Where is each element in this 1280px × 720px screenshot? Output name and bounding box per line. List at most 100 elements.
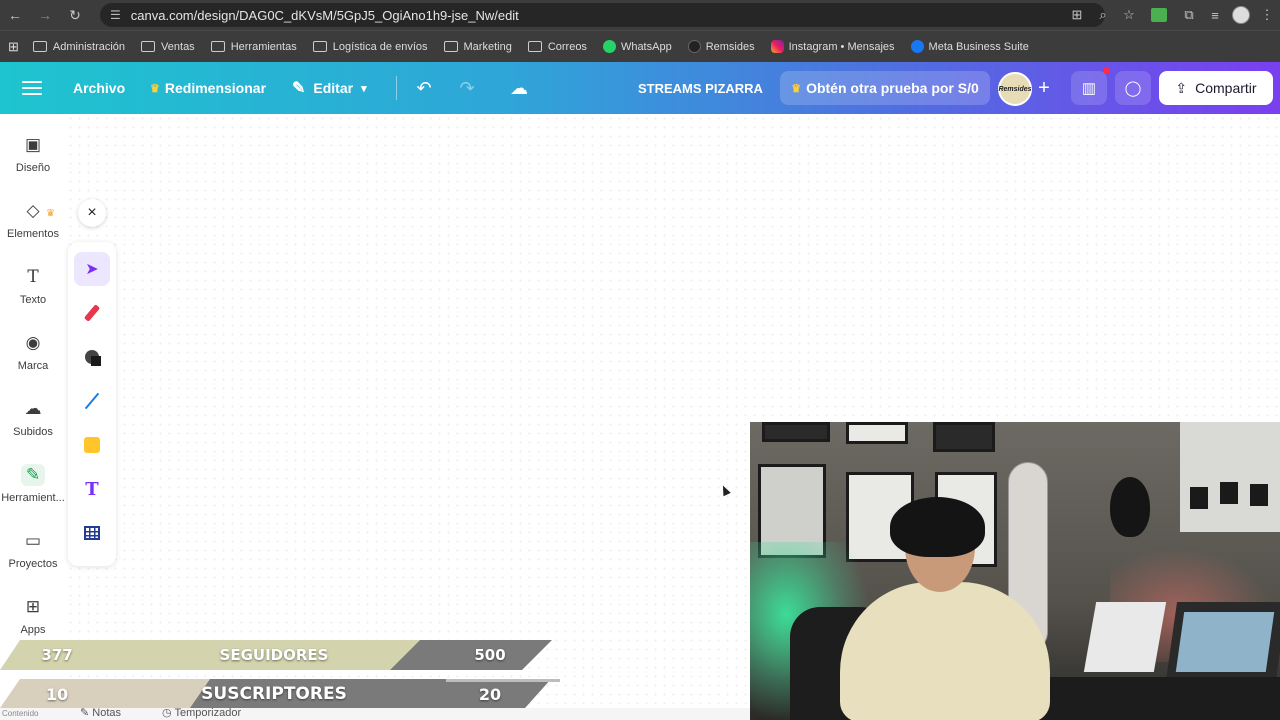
sidebar-item-design[interactable]: ▣ Diseño [0,114,66,174]
text-tool[interactable]: T [74,472,110,506]
share-label: Compartir [1195,80,1257,96]
bookmark-label: Correos [547,40,587,53]
share-button[interactable]: ⇪ Compartir [1159,71,1273,105]
forward-icon[interactable]: → [30,0,60,30]
pen-icon [83,304,101,322]
extensions-puzzle-icon[interactable]: ⧉ [1176,0,1202,30]
pen-tool[interactable] [74,296,110,330]
crown-icon: ♛ [150,82,160,95]
bookmark-remsides[interactable]: Remsides [687,40,755,53]
bookmark-label: Meta Business Suite [928,40,1029,53]
bookmark-marketing[interactable]: Marketing [443,41,512,53]
profile-avatar[interactable] [1228,0,1254,30]
address-bar[interactable]: ☰ canva.com/design/DAG0C_dKVsM/5GpJ5_Ogi… [100,3,1105,27]
url-text: canva.com/design/DAG0C_dKVsM/5GpJ5_OgiAn… [130,7,519,23]
table-tool[interactable] [74,516,110,550]
bookmark-administracion[interactable]: Administración [32,40,126,53]
back-icon[interactable]: ← [0,0,30,30]
marker-tool[interactable] [74,340,110,374]
comments-icon[interactable]: ◯ [1115,71,1151,105]
sticky-note-icon [84,437,100,453]
edit-label: Editar [313,80,354,96]
sidebar-item-uploads[interactable]: ☁ Subidos [0,378,66,438]
edit-menu-button[interactable]: ✎ Editar ▾ [292,62,367,114]
left-sidebar: ▣ Diseño ◇ Elementos T Texto ◉ Marca ☁ Subido… [0,114,66,720]
translate-icon[interactable]: ⊞ [1064,0,1090,30]
sidebar-item-apps[interactable]: ⊞ Apps [0,576,66,636]
bookmark-label: Remsides [705,40,755,53]
bookmark-star-icon[interactable]: ☆ [1116,0,1142,30]
subscribers-goal: 20 [478,684,502,704]
bookmark-instagram[interactable]: Instagram • Mensajes [770,40,895,53]
bookmark-logistica[interactable]: Logística de envíos [312,40,428,53]
pointer-icon: ➤ [85,261,99,278]
subscribers-label: SUSCRIPTORES [201,684,347,704]
site-info-icon[interactable]: ☰ [110,8,121,22]
table-icon [84,526,100,540]
avatar-text: Remsides [998,85,1032,93]
sticky-note-tool[interactable] [74,428,110,462]
bookmark-correos[interactable]: Correos [527,40,587,53]
media-controls-icon[interactable]: ≡ [1202,0,1228,30]
sidebar-item-tools[interactable]: ✎ Herramient... [0,444,66,504]
folder-icon [32,41,47,52]
resize-button[interactable]: ♛ Redimensionar [150,62,266,114]
sidebar-label: Elementos [7,228,59,240]
instagram-icon [770,40,784,53]
draw-toolbar: ➤ T [68,242,116,566]
remsides-icon [687,40,701,53]
upload-icon: ☁ [24,399,42,418]
notification-dot [1103,67,1110,74]
share-upload-icon: ⇪ [1175,79,1188,96]
bookmark-meta[interactable]: Meta Business Suite [910,40,1029,53]
bookmark-label: Administración [52,40,126,53]
folder-icon [443,41,458,52]
sidebar-item-projects[interactable]: ▭ Proyectos [0,510,66,570]
tshirt-display [1250,484,1268,506]
black-cap [1110,477,1150,537]
bookmark-label: Herramientas [230,40,297,53]
extension-green-icon[interactable] [1142,0,1176,30]
select-tool[interactable]: ➤ [74,252,110,286]
bookmark-label: WhatsApp [620,40,672,53]
zoom-icon[interactable]: ⌕ [1090,0,1116,30]
sidebar-label: Diseño [15,162,51,174]
person-hair [890,497,985,557]
header-divider [396,76,397,100]
crown-icon: ♛ [791,82,802,95]
folder-icon: ▭ [24,531,42,550]
sidebar-item-text[interactable]: T Texto [0,246,66,306]
trial-button[interactable]: ♛ Obtén otra prueba por S/0 [780,71,990,105]
close-draw-icon[interactable]: × [78,199,106,227]
file-menu-button[interactable]: Archivo [73,62,125,114]
add-member-plus-icon[interactable]: + [1034,62,1054,114]
cloud-saved-icon[interactable]: ☁ [506,62,532,114]
team-avatar[interactable]: Remsides [998,72,1032,106]
followers-current: 377 [41,646,73,664]
design-icon: ▣ [24,135,42,154]
menu-kebab-icon[interactable]: ⋮ [1254,0,1280,30]
bookmark-label: Logística de envíos [332,40,428,53]
redo-icon[interactable]: ↷ [455,62,479,114]
tools-icon: ✎ [21,464,45,486]
design-title[interactable]: STREAMS PIZARRA [638,62,763,114]
wall-shelf [1180,422,1280,532]
undo-icon[interactable]: ↶ [412,62,436,114]
insights-chart-icon[interactable]: ▥ [1071,71,1107,105]
apps-grid-icon[interactable]: ⊞ [8,39,19,55]
reload-icon[interactable]: ↻ [60,0,90,30]
folder-icon [210,41,225,52]
crown-icon: ♛ [46,208,55,219]
menu-hamburger-icon[interactable] [22,78,42,98]
folder-icon [312,41,327,52]
line-tool[interactable] [74,384,110,418]
design-title-text: STREAMS PIZARRA [638,80,763,96]
sidebar-item-elements[interactable]: ◇ Elementos [0,180,66,240]
laptop-screen [1175,612,1275,672]
poster-frame [846,422,908,444]
bookmark-herramientas[interactable]: Herramientas [210,40,297,53]
bookmark-ventas[interactable]: Ventas [141,41,195,53]
resize-label: Redimensionar [164,80,267,96]
bookmark-whatsapp[interactable]: WhatsApp [602,40,672,53]
sidebar-item-brand[interactable]: ◉ Marca [0,312,66,372]
